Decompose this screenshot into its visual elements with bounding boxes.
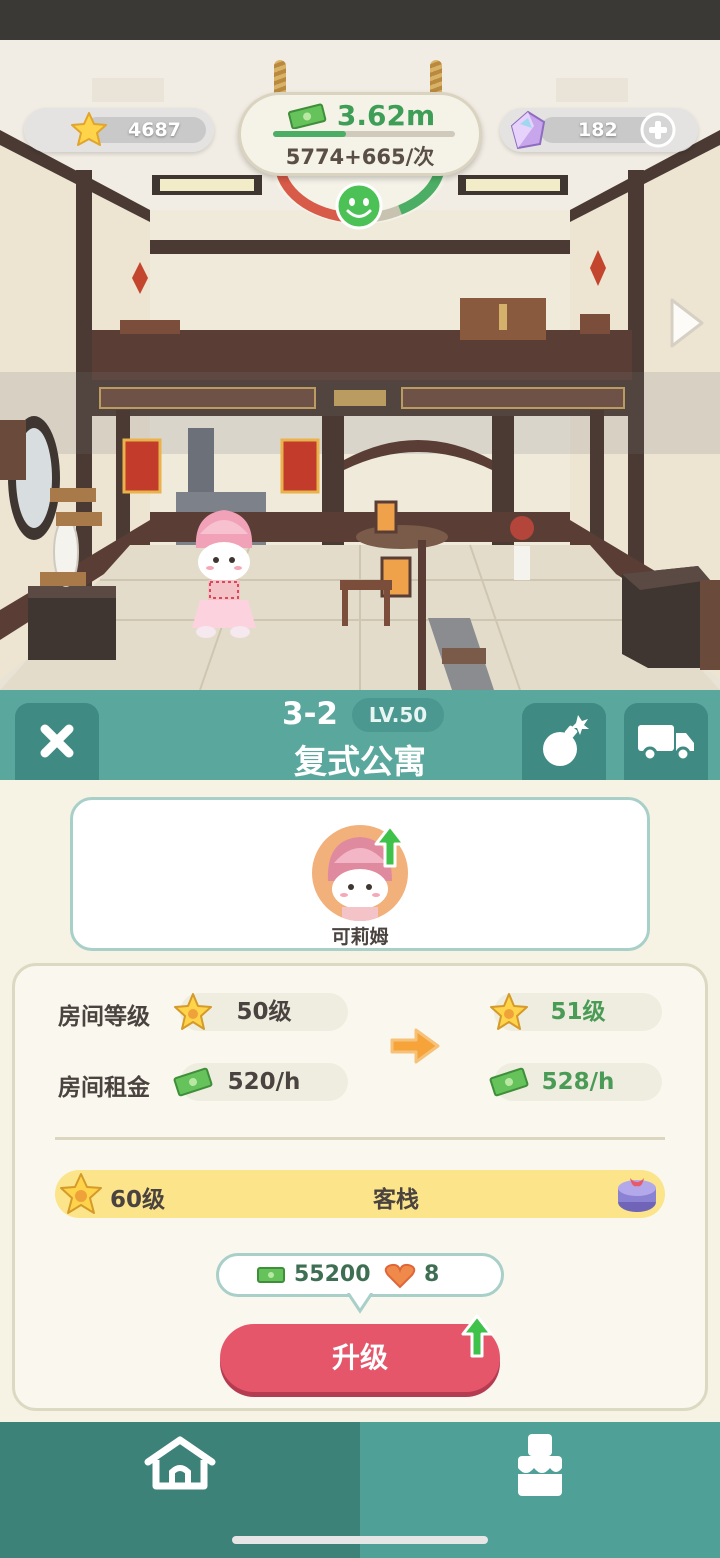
star-icon bbox=[490, 993, 528, 1030]
room-rent-current-value: 520/h bbox=[227, 1069, 301, 1095]
room-code: 3-2 bbox=[282, 696, 339, 732]
bomb-button[interactable] bbox=[522, 703, 606, 780]
character-sprite[interactable] bbox=[186, 504, 262, 640]
stats-divider bbox=[55, 1137, 665, 1140]
right-arrow-icon bbox=[390, 1028, 440, 1064]
bomb-icon bbox=[543, 715, 589, 766]
truck-button[interactable] bbox=[624, 703, 708, 780]
room-level-label: 房间等级 bbox=[58, 1004, 150, 1030]
home-icon bbox=[144, 1436, 216, 1490]
room-level-next-value: 51级 bbox=[550, 999, 606, 1025]
star-icon bbox=[71, 112, 107, 146]
home-indicator bbox=[232, 1536, 488, 1544]
room-level-current-value: 50级 bbox=[236, 999, 292, 1025]
gem-icon bbox=[510, 110, 546, 150]
character-name: 可莉姆 bbox=[331, 926, 389, 948]
gems-counter[interactable]: 182 bbox=[500, 108, 698, 152]
plus-icon[interactable] bbox=[640, 112, 676, 148]
star-icon bbox=[174, 993, 212, 1030]
up-arrow-icon bbox=[461, 1314, 493, 1358]
paint-bucket-icon bbox=[518, 1434, 562, 1496]
next-arrow-icon[interactable] bbox=[666, 296, 706, 350]
smiley-icon bbox=[335, 182, 383, 230]
stars-counter[interactable]: 4687 bbox=[24, 108, 214, 152]
heart-icon bbox=[384, 1263, 416, 1289]
income-rate: 5774+665/次 bbox=[285, 145, 435, 169]
bubble-tail bbox=[346, 1293, 374, 1314]
room-rent-label: 房间租金 bbox=[58, 1075, 150, 1101]
truck-icon bbox=[638, 725, 694, 762]
upgrade-button[interactable]: 升级 bbox=[220, 1324, 500, 1392]
room-level-badge: LV.50 bbox=[352, 698, 444, 732]
upgrade-cost-hearts: 8 bbox=[424, 1262, 440, 1287]
gems-value: 182 bbox=[578, 119, 618, 141]
up-arrow-icon bbox=[374, 824, 406, 868]
income-board[interactable]: 3.62m 5774+665/次 bbox=[238, 92, 482, 176]
income-total: 3.62m bbox=[336, 99, 436, 132]
cash-icon bbox=[173, 1067, 213, 1097]
gift-box-icon bbox=[618, 1178, 656, 1212]
unlock-room-name: 客栈 bbox=[373, 1187, 419, 1213]
stars-value: 4687 bbox=[128, 119, 181, 141]
upgrade-cost-money: 55200 bbox=[294, 1262, 371, 1287]
room-rent-next-value: 528/h bbox=[541, 1069, 615, 1095]
income-progress bbox=[273, 131, 455, 137]
room-name: 复式公寓 bbox=[294, 742, 426, 781]
cash-icon bbox=[489, 1067, 529, 1097]
cash-icon bbox=[257, 1267, 285, 1283]
